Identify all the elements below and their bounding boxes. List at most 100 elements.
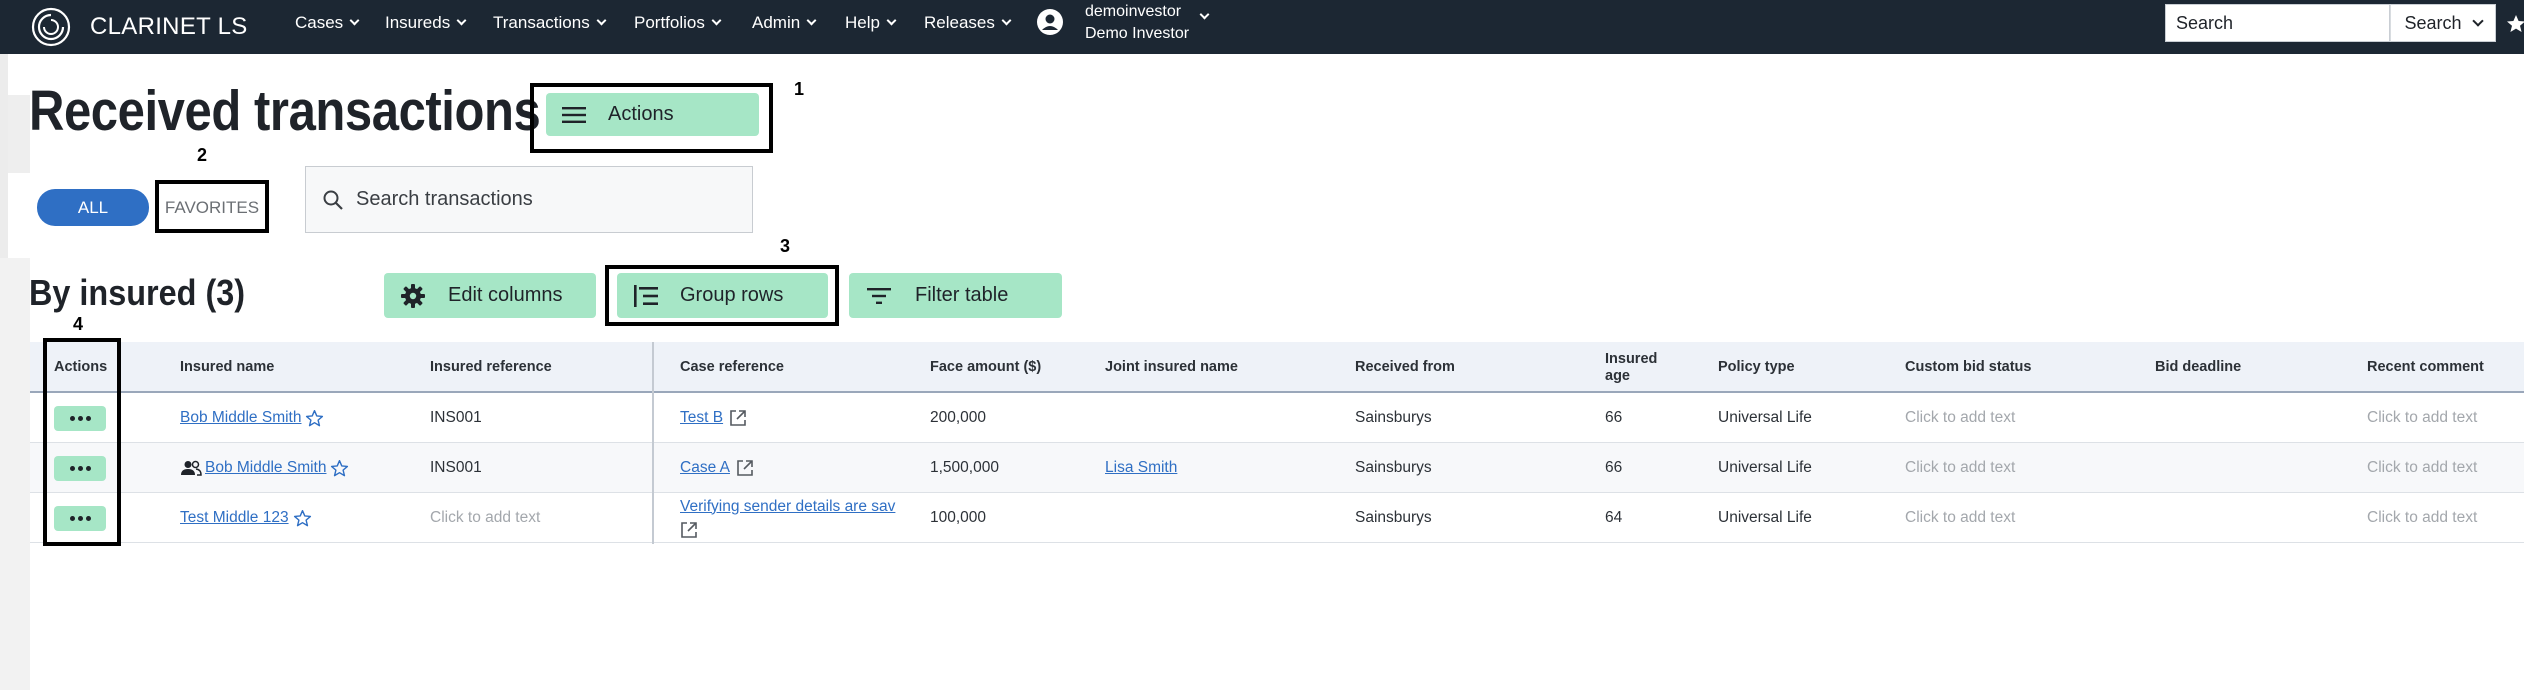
cell-insured-age: 66 bbox=[1605, 459, 1623, 476]
cell-recent-comment[interactable]: Click to add text bbox=[2367, 393, 2477, 443]
open-in-new-icon[interactable] bbox=[680, 521, 698, 539]
cell-case-reference: Test B bbox=[680, 393, 747, 443]
chevron-down-icon[interactable] bbox=[1199, 9, 1210, 20]
cell-face-amount: 200,000 bbox=[930, 409, 987, 426]
filter-favorites-chip[interactable]: FAVORITES bbox=[160, 189, 264, 226]
chevron-down-icon bbox=[806, 15, 817, 26]
filter-table-button[interactable]: Filter table bbox=[849, 273, 1062, 318]
chevron-down-icon bbox=[596, 15, 607, 26]
gear-icon bbox=[401, 283, 425, 308]
actions-button[interactable]: Actions bbox=[546, 93, 759, 136]
marker-3: 3 bbox=[780, 236, 791, 256]
cell-recent-comment[interactable]: Click to add text bbox=[2367, 443, 2477, 493]
cell-received-from: Sainsburys bbox=[1355, 409, 1432, 426]
nav-menu-help[interactable]: Help bbox=[845, 0, 897, 46]
insured-name-link[interactable]: Test Middle 123 bbox=[180, 509, 289, 527]
table-row: Test Middle 123 Click to add text Verify… bbox=[30, 493, 2524, 543]
cell-insured-name: Bob Middle Smith bbox=[180, 393, 324, 443]
column-header-insured-age[interactable]: Insured age bbox=[1605, 342, 1675, 393]
cell-policy-type: Universal Life bbox=[1718, 509, 1812, 526]
joint-insured-name-link[interactable]: Lisa Smith bbox=[1105, 459, 1177, 477]
filter-all-chip[interactable]: ALL bbox=[37, 189, 149, 226]
cell-insured-reference[interactable]: Click to add text bbox=[430, 493, 540, 543]
brand-name: CLARINET LS bbox=[90, 13, 248, 40]
user-menu[interactable]: demoinvestor Demo Investor bbox=[1085, 0, 1189, 46]
nav-menu-admin[interactable]: Admin bbox=[752, 0, 817, 46]
highlight-box-4 bbox=[43, 338, 121, 546]
clarinet-logo-icon bbox=[31, 7, 71, 47]
star-outline-icon[interactable] bbox=[330, 459, 349, 478]
star-outline-icon[interactable] bbox=[293, 509, 312, 528]
nav-menu-portfolios[interactable]: Portfolios bbox=[634, 0, 722, 46]
nav-menu-releases[interactable]: Releases bbox=[924, 0, 1012, 46]
case-reference-link[interactable]: Case A bbox=[680, 459, 730, 477]
left-gutter-shade bbox=[8, 95, 30, 173]
page-title: Received transactions bbox=[29, 79, 541, 143]
column-header-received-from[interactable]: Received from bbox=[1355, 342, 1455, 393]
chevron-down-icon bbox=[2471, 14, 2484, 27]
marker-4: 4 bbox=[73, 314, 84, 334]
insured-name-link[interactable]: Bob Middle Smith bbox=[180, 409, 301, 427]
table-row: Bob Middle Smith INS001 Case A 1,500,000… bbox=[30, 443, 2524, 493]
column-header-insured-name[interactable]: Insured name bbox=[180, 342, 274, 393]
cell-insured-name: Bob Middle Smith bbox=[180, 443, 349, 493]
section-title: By insured (3) bbox=[29, 272, 246, 313]
nav-menu-transactions[interactable]: Transactions bbox=[493, 0, 607, 46]
group-rows-label: Group rows bbox=[680, 284, 784, 306]
cell-insured-age: 64 bbox=[1605, 509, 1623, 526]
cell-insured-name: Test Middle 123 bbox=[180, 493, 312, 543]
chevron-down-icon bbox=[349, 15, 360, 26]
cell-received-from: Sainsburys bbox=[1355, 509, 1432, 526]
column-header-insured-reference[interactable]: Insured reference bbox=[430, 342, 552, 393]
transactions-search-box[interactable] bbox=[305, 166, 753, 233]
edit-columns-label: Edit columns bbox=[448, 284, 563, 306]
case-reference-link[interactable]: Test B bbox=[680, 409, 723, 427]
chevron-down-icon bbox=[456, 15, 467, 26]
actions-button-label: Actions bbox=[608, 103, 674, 125]
open-in-new-icon[interactable] bbox=[729, 409, 747, 427]
cell-insured-reference[interactable]: INS001 bbox=[430, 443, 482, 493]
column-resize-divider[interactable] bbox=[652, 342, 654, 544]
marker-2: 2 bbox=[197, 145, 208, 165]
brand[interactable]: CLARINET LS bbox=[30, 4, 248, 50]
cell-custom-bid-status[interactable]: Click to add text bbox=[1905, 443, 2015, 493]
case-reference-link[interactable]: Verifying sender details are sav bbox=[680, 498, 905, 516]
chevron-down-icon bbox=[711, 15, 722, 26]
chevron-down-icon bbox=[886, 15, 897, 26]
marker-1: 1 bbox=[794, 79, 805, 99]
column-header-policy-type[interactable]: Policy type bbox=[1718, 342, 1795, 393]
cell-policy-type: Universal Life bbox=[1718, 459, 1812, 476]
global-search-button[interactable]: Search bbox=[2390, 4, 2496, 42]
cell-face-amount: 1,500,000 bbox=[930, 459, 999, 476]
nav-menu-cases[interactable]: Cases bbox=[295, 0, 360, 46]
hamburger-menu-icon bbox=[562, 106, 586, 123]
star-outline-icon[interactable] bbox=[305, 409, 324, 428]
open-in-new-icon[interactable] bbox=[736, 459, 754, 477]
table-header: Actions Insured name Insured reference C… bbox=[30, 342, 2524, 393]
top-navbar: CLARINET LS Cases Insureds Transactions … bbox=[0, 0, 2524, 54]
column-header-case-reference[interactable]: Case reference bbox=[680, 342, 784, 393]
column-header-bid-deadline[interactable]: Bid deadline bbox=[2155, 342, 2241, 393]
cell-case-reference: Verifying sender details are sav bbox=[680, 493, 910, 543]
column-header-custom-bid-status[interactable]: Custom bid status bbox=[1905, 342, 2031, 393]
global-search-input[interactable] bbox=[2165, 4, 2390, 42]
column-header-recent-comment[interactable]: Recent comment bbox=[2367, 342, 2484, 393]
user-avatar-icon[interactable] bbox=[1036, 8, 1064, 36]
transactions-search-input[interactable] bbox=[356, 188, 736, 211]
edit-columns-button[interactable]: Edit columns bbox=[384, 273, 596, 318]
group-rows-button[interactable]: Group rows bbox=[617, 273, 828, 318]
cell-case-reference: Case A bbox=[680, 443, 754, 493]
cell-custom-bid-status[interactable]: Click to add text bbox=[1905, 493, 2015, 543]
insured-name-link[interactable]: Bob Middle Smith bbox=[205, 459, 326, 477]
cell-received-from: Sainsburys bbox=[1355, 459, 1432, 476]
column-header-joint-insured-name[interactable]: Joint insured name bbox=[1105, 342, 1238, 393]
cell-custom-bid-status[interactable]: Click to add text bbox=[1905, 393, 2015, 443]
column-header-face-amount[interactable]: Face amount ($) bbox=[930, 342, 1041, 393]
cell-insured-age: 66 bbox=[1605, 409, 1623, 426]
nav-menu-insureds[interactable]: Insureds bbox=[385, 0, 467, 46]
cell-insured-reference[interactable]: INS001 bbox=[430, 393, 482, 443]
cell-recent-comment[interactable]: Click to add text bbox=[2367, 493, 2477, 543]
cell-joint-insured-name: Lisa Smith bbox=[1105, 443, 1177, 493]
filter-icon bbox=[867, 287, 891, 304]
star-icon[interactable] bbox=[2506, 14, 2524, 34]
